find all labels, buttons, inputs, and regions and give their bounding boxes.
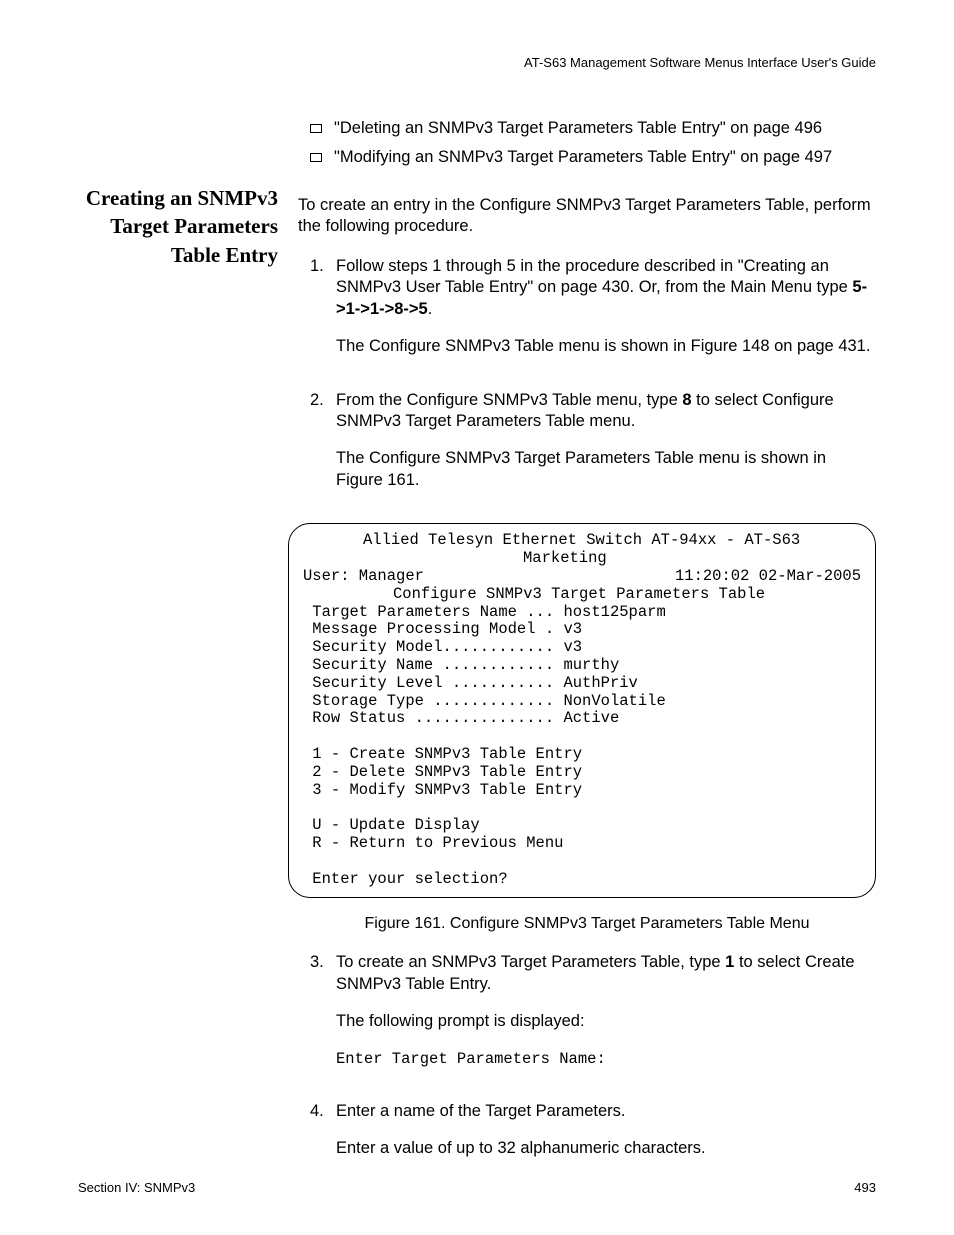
step-number: 3. bbox=[310, 952, 336, 1084]
terminal-row: Security Name ............ murthy bbox=[303, 657, 861, 675]
page-header: AT-S63 Management Software Menus Interfa… bbox=[78, 55, 876, 70]
terminal-row: Target Parameters Name ... host125parm bbox=[303, 604, 861, 622]
footer-section: Section IV: SNMPv3 bbox=[78, 1180, 195, 1195]
step-text: Follow steps 1 through 5 in the procedur… bbox=[336, 257, 852, 296]
step-number: 4. bbox=[310, 1101, 336, 1176]
terminal-screen: Allied Telesyn Ethernet Switch AT-94xx -… bbox=[288, 523, 876, 897]
step-1: 1. Follow steps 1 through 5 in the proce… bbox=[298, 256, 876, 374]
step-number: 2. bbox=[310, 390, 336, 508]
terminal-option: 2 - Delete SNMPv3 Table Entry bbox=[303, 764, 861, 782]
step-note: The Configure SNMPv3 Table menu is shown… bbox=[336, 336, 876, 357]
page-footer: Section IV: SNMPv3 493 bbox=[78, 1180, 876, 1195]
terminal-user: User: Manager bbox=[303, 568, 424, 586]
bullet-item: "Deleting an SNMPv3 Target Parameters Ta… bbox=[298, 118, 876, 139]
terminal-row: Message Processing Model . v3 bbox=[303, 621, 861, 639]
step-note: The Configure SNMPv3 Target Parameters T… bbox=[336, 448, 876, 491]
terminal-row: Storage Type ............. NonVolatile bbox=[303, 693, 861, 711]
terminal-figure: Allied Telesyn Ethernet Switch AT-94xx -… bbox=[288, 523, 876, 897]
terminal-timestamp: 11:20:02 02-Mar-2005 bbox=[675, 568, 861, 586]
terminal-prompt-inline: Enter Target Parameters Name: bbox=[336, 1049, 876, 1069]
terminal-menu-title: Configure SNMPv3 Target Parameters Table bbox=[303, 586, 861, 604]
menu-key: 1 bbox=[725, 953, 734, 971]
step-note: The following prompt is displayed: bbox=[336, 1011, 876, 1032]
step-number: 1. bbox=[310, 256, 336, 374]
step-3: 3. To create an SNMPv3 Target Parameters… bbox=[298, 952, 876, 1084]
figure-caption: Figure 161. Configure SNMPv3 Target Para… bbox=[298, 914, 876, 935]
section-heading: Creating an SNMPv3 Target Parameters Tab… bbox=[78, 118, 278, 1192]
step-2: 2. From the Configure SNMPv3 Table menu,… bbox=[298, 390, 876, 508]
terminal-row: Security Level ........... AuthPriv bbox=[303, 675, 861, 693]
terminal-prompt: Enter your selection? bbox=[303, 871, 861, 889]
menu-key: 8 bbox=[682, 391, 691, 409]
terminal-row: Row Status ............... Active bbox=[303, 710, 861, 728]
step-text: To create an SNMPv3 Target Parameters Ta… bbox=[336, 953, 725, 971]
terminal-nav: U - Update Display bbox=[303, 817, 861, 835]
bullet-item: "Modifying an SNMPv3 Target Parameters T… bbox=[298, 147, 876, 168]
step-note: Enter a value of up to 32 alphanumeric c… bbox=[336, 1138, 876, 1159]
terminal-title: Allied Telesyn Ethernet Switch AT-94xx -… bbox=[303, 532, 861, 550]
bullet-text: "Modifying an SNMPv3 Target Parameters T… bbox=[334, 147, 832, 168]
terminal-row: Security Model............ v3 bbox=[303, 639, 861, 657]
intro-paragraph: To create an entry in the Configure SNMP… bbox=[298, 195, 876, 238]
bullet-icon bbox=[310, 153, 322, 162]
terminal-option: 1 - Create SNMPv3 Table Entry bbox=[303, 746, 861, 764]
bullet-text: "Deleting an SNMPv3 Target Parameters Ta… bbox=[334, 118, 822, 139]
step-text: From the Configure SNMPv3 Table menu, ty… bbox=[336, 391, 682, 409]
footer-page-number: 493 bbox=[854, 1180, 876, 1195]
step-text: . bbox=[428, 300, 433, 318]
terminal-option: 3 - Modify SNMPv3 Table Entry bbox=[303, 782, 861, 800]
terminal-subtitle: Marketing bbox=[303, 550, 861, 568]
main-content: "Deleting an SNMPv3 Target Parameters Ta… bbox=[298, 118, 876, 1192]
step-4: 4. Enter a name of the Target Parameters… bbox=[298, 1101, 876, 1176]
step-text: Enter a name of the Target Parameters. bbox=[336, 1101, 876, 1122]
terminal-nav: R - Return to Previous Menu bbox=[303, 835, 861, 853]
bullet-icon bbox=[310, 124, 322, 133]
